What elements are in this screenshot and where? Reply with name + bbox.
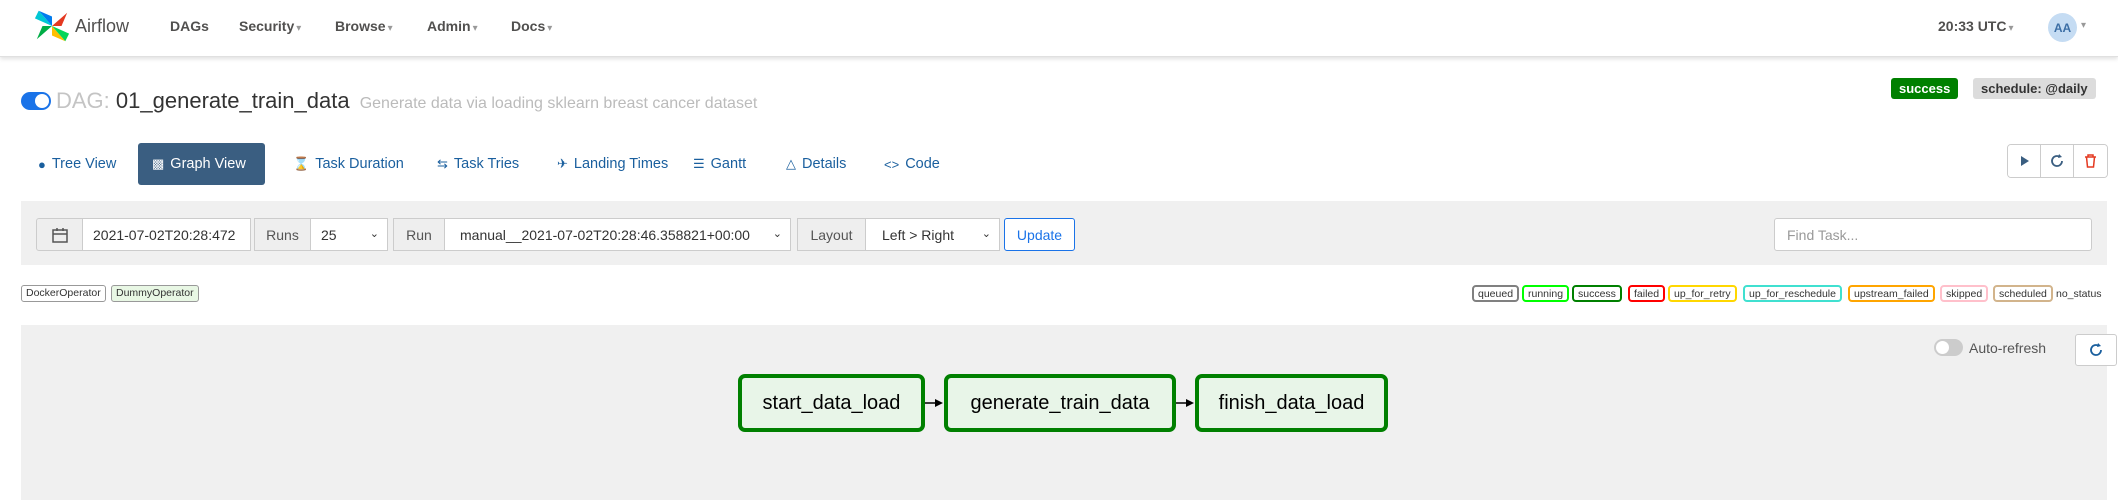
code-icon: <> (884, 156, 900, 172)
graph-icon: ▩ (152, 156, 165, 171)
tab-label: Details (802, 156, 847, 172)
runs-select[interactable]: 25 ⌄ (310, 218, 388, 251)
base-date-input[interactable]: 2021-07-02T20:28:472 (82, 218, 251, 251)
delete-dag-button[interactable] (2074, 145, 2107, 177)
warning-triangle-icon: △ (786, 156, 796, 171)
hourglass-icon: ⌛ (293, 156, 310, 171)
tab-label: Graph View (170, 156, 246, 172)
schedule-badge: schedule: @daily (1973, 78, 2096, 99)
tab-label: Landing Times (573, 156, 669, 172)
retry-icon: ⇆ (437, 156, 448, 171)
landing-icon: ✈ (557, 156, 568, 171)
chevron-down-icon[interactable]: ▾ (2081, 20, 2086, 31)
tab-landing-times[interactable]: ✈ Landing Times (543, 143, 682, 185)
nav-security[interactable]: Security (239, 18, 301, 34)
tab-tree-view[interactable]: ● Tree View (24, 143, 130, 185)
refresh-icon (2051, 154, 2063, 167)
auto-refresh-toggle[interactable]: Auto-refresh (1934, 339, 2046, 356)
nav-admin-label: Admin (427, 18, 471, 34)
dag-prefix: DAG: (56, 88, 110, 113)
pinwheel-logo-icon (34, 10, 70, 42)
state-legend-upstream-failed[interactable]: upstream_failed (1848, 285, 1935, 302)
brand-name: Airflow (75, 15, 130, 36)
tab-code[interactable]: <> Code (870, 143, 954, 185)
nav-admin[interactable]: Admin (427, 18, 478, 34)
runs-value: 25 (321, 226, 337, 243)
auto-refresh-switch[interactable] (1934, 339, 1963, 356)
layout-select[interactable]: Left > Right ⌄ (865, 218, 1000, 251)
calendar-icon (51, 227, 68, 243)
trash-icon (2085, 154, 2096, 168)
graph-refresh-button[interactable] (2075, 334, 2117, 366)
operator-legend-dummy: DummyOperator (111, 285, 199, 302)
state-legend-skipped[interactable]: skipped (1940, 285, 1989, 302)
tab-label: Task Duration (315, 156, 404, 172)
operator-legend-docker: DockerOperator (21, 285, 106, 302)
calendar-button[interactable] (36, 218, 83, 251)
tab-graph-view[interactable]: ▩ Graph View (138, 143, 265, 185)
find-task-input[interactable]: Find Task... (1774, 218, 2092, 251)
dag-description: Generate data via loading sklearn breast… (359, 95, 758, 112)
layout-label: Layout (797, 218, 866, 251)
nav-security-label: Security (239, 18, 295, 34)
trigger-dag-button[interactable] (2008, 145, 2041, 177)
utc-clock-dropdown[interactable]: 20:33 UTC (1938, 18, 2014, 34)
dag-action-buttons (2007, 144, 2108, 178)
task-node-start-data-load[interactable]: start_data_load (738, 374, 925, 432)
state-legend-running[interactable]: running (1522, 285, 1570, 302)
state-legend-no-status[interactable]: no_status (2056, 288, 2102, 300)
auto-refresh-label: Auto-refresh (1969, 339, 2047, 356)
refresh-dag-button[interactable] (2041, 145, 2074, 177)
chevron-down-icon: ⌄ (369, 228, 379, 240)
graph-filter-bar: 2021-07-02T20:28:472 Runs 25 ⌄ Run manua… (21, 201, 2107, 265)
run-value: manual__2021-07-02T20:28:46.358821+00:00 (460, 226, 750, 243)
state-legend-scheduled[interactable]: scheduled (1993, 285, 2053, 302)
state-legend-queued[interactable]: queued (1472, 285, 1520, 302)
runs-label: Runs (254, 218, 311, 251)
layout-value: Left > Right (882, 226, 954, 243)
nav-docs[interactable]: Docs (511, 18, 552, 34)
task-node-finish-data-load[interactable]: finish_data_load (1195, 374, 1388, 432)
tab-label: Code (905, 156, 940, 172)
tree-icon: ● (38, 156, 46, 172)
state-legend-up-for-reschedule[interactable]: up_for_reschedule (1743, 285, 1842, 302)
clock-label: 20:33 UTC (1938, 18, 2007, 34)
state-legend-up-for-retry[interactable]: up_for_retry (1668, 285, 1737, 302)
page-title: DAG: 01_generate_train_data Generate dat… (56, 88, 757, 117)
dag-status-badge: success (1891, 78, 1959, 99)
dag-id: 01_generate_train_data (115, 88, 350, 113)
airflow-logo-link[interactable]: Airflow (33, 4, 129, 48)
run-select[interactable]: manual__2021-07-02T20:28:46.358821+00:00… (444, 218, 791, 251)
task-node-generate-train-data[interactable]: generate_train_data (944, 374, 1176, 432)
tab-gantt[interactable]: ☰ Gantt (679, 143, 760, 185)
top-navbar: Airflow DAGs Security Browse Admin Docs … (0, 0, 2118, 57)
tab-label: Task Tries (453, 156, 520, 172)
state-legend-success[interactable]: success (1572, 285, 1622, 302)
tab-details[interactable]: △ Details (772, 143, 860, 185)
dag-pause-toggle[interactable] (21, 92, 51, 110)
nav-browse[interactable]: Browse (335, 18, 393, 34)
refresh-icon (2090, 343, 2102, 356)
run-label: Run (393, 218, 445, 251)
nav-docs-label: Docs (511, 18, 546, 34)
play-icon (2021, 156, 2029, 166)
tab-task-tries[interactable]: ⇆ Task Tries (423, 143, 533, 185)
state-legend-failed[interactable]: failed (1628, 285, 1666, 302)
nav-dags[interactable]: DAGs (170, 18, 209, 34)
user-avatar[interactable]: AA (2048, 13, 2077, 42)
update-button[interactable]: Update (1004, 218, 1075, 251)
chevron-down-icon: ⌄ (772, 228, 782, 240)
chevron-down-icon: ⌄ (981, 228, 991, 240)
nav-browse-label: Browse (335, 18, 386, 34)
tab-label: Gantt (710, 156, 747, 172)
gantt-icon: ☰ (693, 156, 705, 171)
tab-label: Tree View (51, 156, 117, 172)
tab-task-duration[interactable]: ⌛ Task Duration (279, 143, 418, 185)
